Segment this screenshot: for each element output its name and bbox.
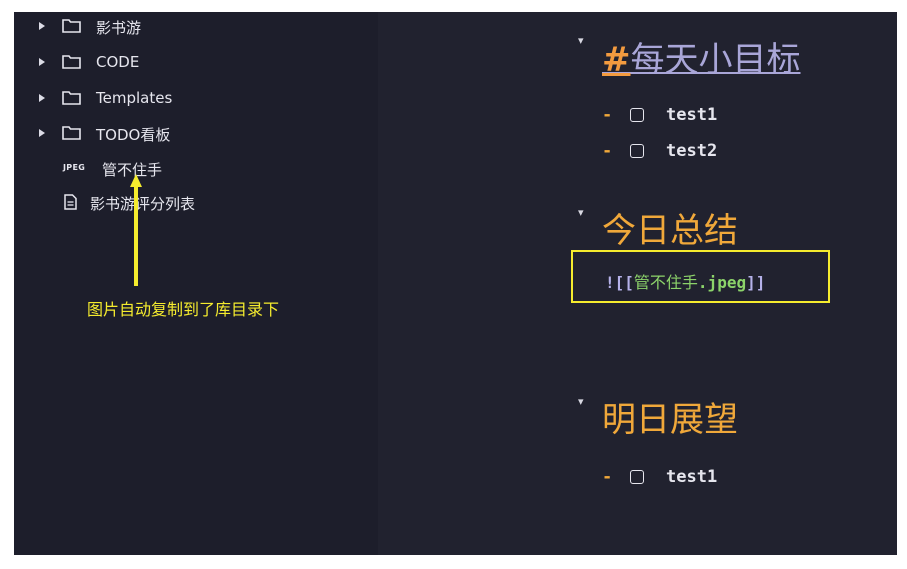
file-explorer-sidebar: 影书游 CODE Templates TODO看板 JPEG 管不住手 影书游评… <box>14 12 378 555</box>
list-dash: - <box>602 141 613 161</box>
file-row-image[interactable]: JPEG 管不住手 <box>14 154 314 182</box>
folder-label: 影书游 <box>96 19 142 37</box>
folder-icon <box>62 55 81 69</box>
list-dash: - <box>602 467 613 487</box>
folder-icon <box>62 19 81 33</box>
embed-open: ![[ <box>605 273 634 292</box>
heading-hash: # <box>602 40 631 80</box>
embed-name: 管不住手 <box>633 273 698 292</box>
document-icon <box>64 194 77 210</box>
heading-text: 每天小目标 <box>630 40 801 80</box>
file-row-note[interactable]: 影书游评分列表 <box>14 188 314 216</box>
task-label: test1 <box>666 105 718 125</box>
chevron-right-icon[interactable] <box>39 129 45 137</box>
chevron-right-icon[interactable] <box>39 58 45 66</box>
folder-label: TODO看板 <box>96 126 171 144</box>
fold-toggle-icon[interactable]: ▾ <box>578 34 584 47</box>
task-label: test1 <box>666 467 718 487</box>
folder-icon <box>62 126 81 140</box>
task-item: - test2 <box>602 139 717 163</box>
folder-icon <box>62 91 81 105</box>
task-item: - test1 <box>602 465 717 489</box>
folder-label: Templates <box>96 89 173 107</box>
heading-daily-goals[interactable]: #每天小目标 <box>602 32 801 81</box>
task-checkbox[interactable] <box>630 144 644 158</box>
heading-tomorrow-outlook: 明日展望 <box>602 400 738 440</box>
fold-toggle-icon[interactable]: ▾ <box>578 395 584 408</box>
file-label: 影书游评分列表 <box>90 195 196 213</box>
jpeg-file-tag: JPEG <box>63 163 86 172</box>
chevron-right-icon[interactable] <box>39 22 45 30</box>
task-checkbox[interactable] <box>630 108 644 122</box>
chevron-right-icon[interactable] <box>39 94 45 102</box>
annotation-arrow-icon <box>130 174 142 286</box>
heading-today-summary: 今日总结 <box>602 211 738 251</box>
fold-toggle-icon[interactable]: ▾ <box>578 206 584 219</box>
task-item: - test1 <box>602 103 717 127</box>
image-embed-link[interactable]: ![[管不住手.jpeg]] <box>605 269 765 293</box>
annotation-text: 图片自动复制到了库目录下 <box>87 300 280 319</box>
embed-close: ]] <box>746 273 766 292</box>
task-label: test2 <box>666 141 718 161</box>
list-dash: - <box>602 105 613 125</box>
embed-ext: .jpeg <box>697 273 747 292</box>
folder-label: CODE <box>96 53 140 71</box>
task-checkbox[interactable] <box>630 470 644 484</box>
